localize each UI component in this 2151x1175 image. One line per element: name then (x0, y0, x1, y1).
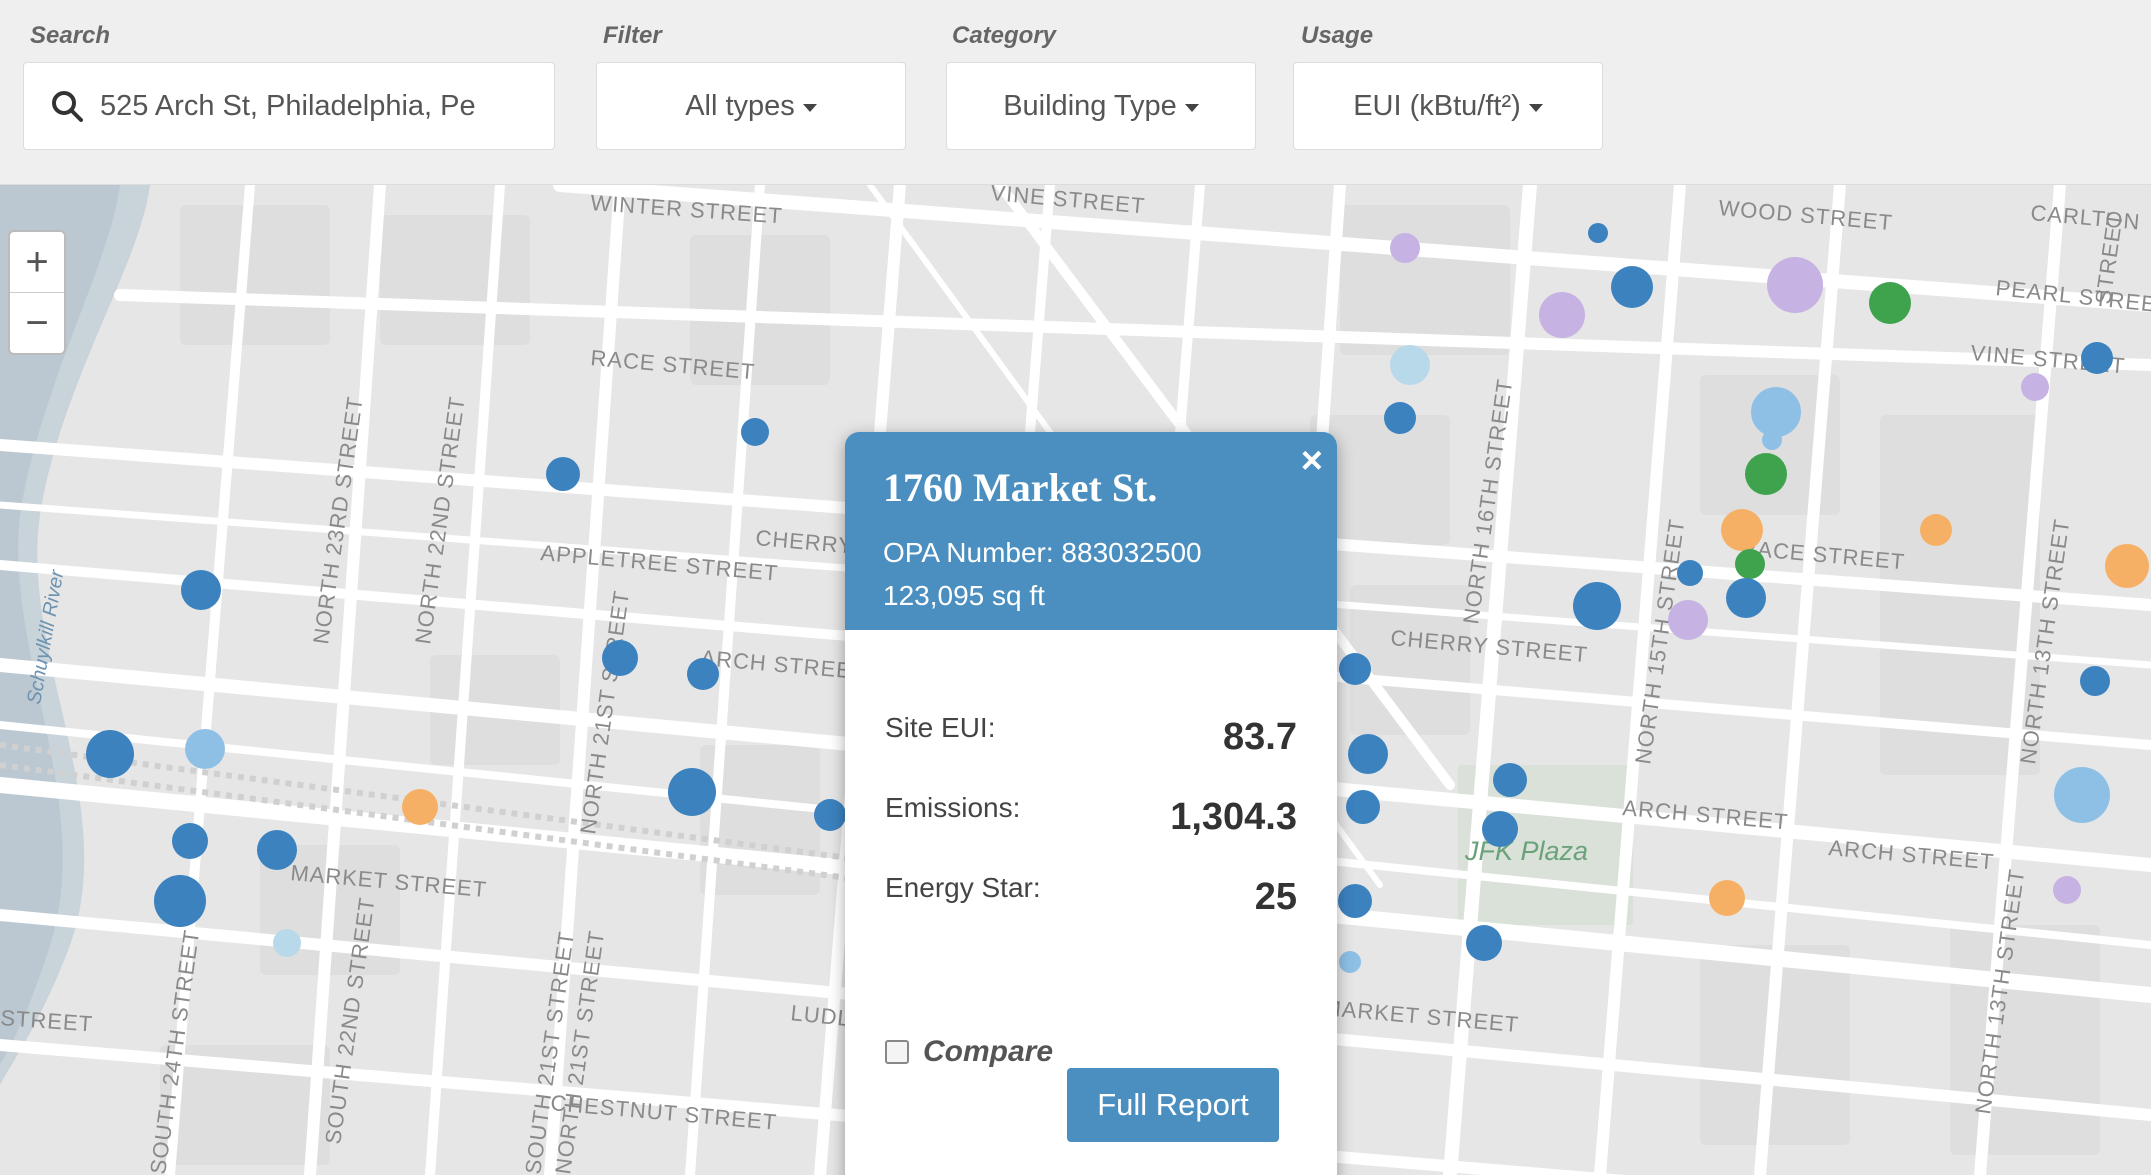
building-marker[interactable] (154, 875, 206, 927)
building-marker[interactable] (1384, 402, 1416, 434)
building-marker[interactable] (2021, 373, 2049, 401)
category-value: Building Type (1003, 89, 1177, 122)
building-marker[interactable] (814, 799, 846, 831)
street-label: APPLETREE STREET (540, 540, 780, 586)
building-marker[interactable] (2053, 876, 2081, 904)
site-eui-label: Site EUI: (885, 712, 996, 743)
filter-value: All types (685, 89, 795, 122)
building-marker[interactable] (602, 640, 638, 676)
map[interactable]: WINTER STREET VINE STREET WOOD STREET CA… (0, 185, 2151, 1175)
compare-checkbox[interactable] (885, 1040, 909, 1064)
emissions-label: Emissions: (885, 792, 1021, 823)
building-marker[interactable] (1573, 582, 1621, 630)
building-marker[interactable] (1767, 257, 1823, 313)
building-marker[interactable] (1611, 266, 1653, 308)
square-footage: 123,095 sq ft (883, 580, 1045, 611)
street-label: PEARL STREET (1994, 275, 2151, 318)
compare-label: Compare (923, 1035, 1054, 1068)
building-popup: 1760 Market St. OPA Number: 883032500 12… (845, 432, 1337, 1175)
search-icon (52, 91, 83, 122)
filter-select[interactable]: All types (596, 62, 906, 150)
building-marker[interactable] (273, 929, 301, 957)
usage-select[interactable]: EUI (kBtu/ft²) (1293, 62, 1603, 150)
building-marker[interactable] (185, 729, 225, 769)
chevron-down-icon (1184, 104, 1199, 112)
site-eui-value: 83.7 (1223, 716, 1297, 758)
building-marker[interactable] (2081, 342, 2113, 374)
category-label: Category (952, 22, 1057, 49)
search-input[interactable] (98, 88, 542, 124)
building-marker[interactable] (181, 570, 221, 610)
building-marker[interactable] (1751, 387, 1801, 437)
place-label: JFK Plaza (1464, 836, 1588, 866)
building-marker[interactable] (1668, 600, 1708, 640)
building-marker[interactable] (1762, 430, 1782, 450)
zoom-in-button[interactable]: + (10, 232, 64, 293)
building-marker[interactable] (1466, 925, 1502, 961)
building-marker[interactable] (741, 418, 769, 446)
building-marker[interactable] (402, 789, 438, 825)
close-icon[interactable]: × (1301, 442, 1323, 480)
building-marker[interactable] (1588, 223, 1608, 243)
chevron-down-icon (1528, 104, 1543, 112)
building-marker[interactable] (1346, 790, 1380, 824)
building-marker[interactable] (1482, 811, 1518, 847)
building-marker[interactable] (1339, 951, 1361, 973)
building-marker[interactable] (1726, 578, 1766, 618)
building-marker[interactable] (668, 768, 716, 816)
building-marker[interactable] (1348, 734, 1388, 774)
building-marker[interactable] (86, 730, 134, 778)
usage-value: EUI (kBtu/ft²) (1353, 89, 1521, 122)
building-marker[interactable] (687, 658, 719, 690)
building-marker[interactable] (1338, 884, 1372, 918)
energy-star-value: 25 (1254, 876, 1297, 918)
street-label: MARKET STREET (1322, 995, 1521, 1037)
building-marker[interactable] (1390, 345, 1430, 385)
building-marker[interactable] (257, 830, 297, 870)
building-marker[interactable] (1735, 549, 1765, 579)
building-marker[interactable] (1493, 763, 1527, 797)
building-marker[interactable] (546, 457, 580, 491)
search-label: Search (30, 22, 111, 49)
emissions-value: 1,304.3 (1170, 796, 1297, 838)
building-marker[interactable] (1390, 233, 1420, 263)
compare-toggle[interactable]: Compare (885, 1035, 1053, 1069)
building-marker[interactable] (1721, 509, 1763, 551)
full-report-button[interactable]: Full Report (1067, 1068, 1279, 1142)
search-field[interactable] (23, 62, 555, 150)
opa-number: OPA Number: 883032500 (883, 537, 1202, 568)
category-select[interactable]: Building Type (946, 62, 1256, 150)
popup-title: 1760 Market St. (883, 465, 1158, 510)
building-marker[interactable] (1709, 880, 1745, 916)
building-marker[interactable] (1339, 653, 1371, 685)
building-marker[interactable] (1869, 282, 1911, 324)
building-marker[interactable] (172, 823, 208, 859)
street-label: CHERRY (755, 525, 855, 558)
street-label: WOOD STREET (1718, 195, 1894, 235)
zoom-out-button[interactable]: − (10, 293, 64, 353)
energy-star-label: Energy Star: (885, 872, 1041, 903)
chevron-down-icon (802, 104, 817, 112)
building-marker[interactable] (1745, 453, 1787, 495)
filter-label: Filter (603, 22, 662, 49)
usage-label: Usage (1301, 22, 1374, 49)
building-marker[interactable] (1539, 292, 1585, 338)
popup-header: 1760 Market St. OPA Number: 883032500 12… (845, 432, 1337, 630)
building-marker[interactable] (2105, 544, 2149, 588)
building-marker[interactable] (2054, 767, 2110, 823)
building-marker[interactable] (1677, 560, 1703, 586)
filter-bar: Search Filter All types Category Buildin… (0, 0, 2151, 185)
building-marker[interactable] (2080, 666, 2110, 696)
zoom-control: + − (8, 230, 66, 355)
building-marker[interactable] (1920, 514, 1952, 546)
